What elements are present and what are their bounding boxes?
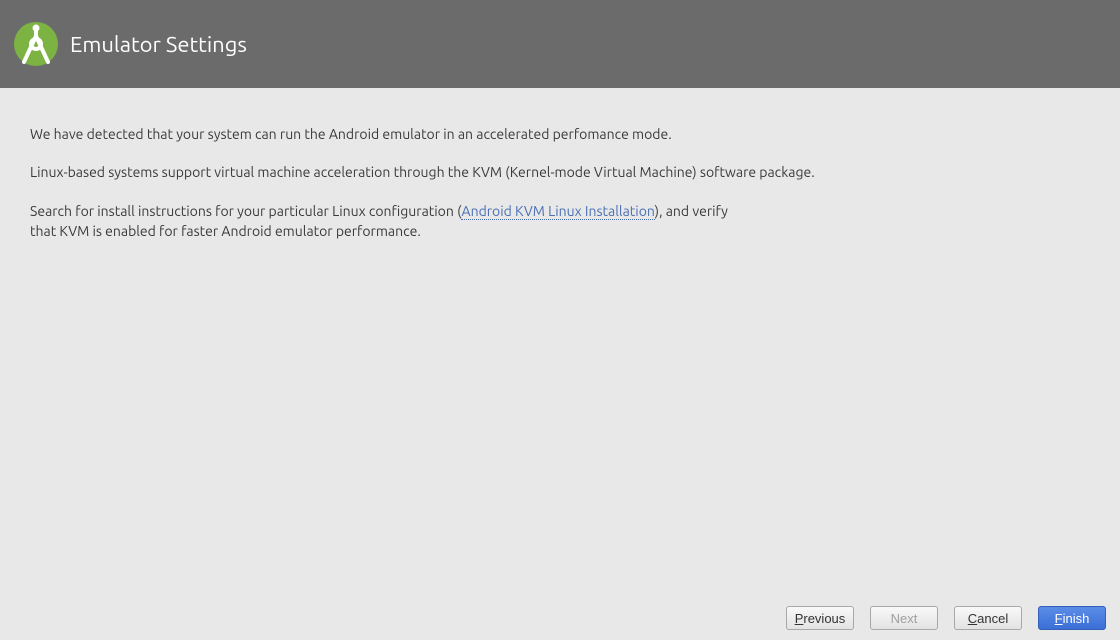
finish-button[interactable]: Finish <box>1038 606 1106 630</box>
content-area: We have detected that your system can ru… <box>0 88 1120 596</box>
previous-label: revious <box>803 611 845 626</box>
kvm-installation-link[interactable]: Android KVM Linux Installation <box>461 203 654 220</box>
header: Emulator Settings <box>0 0 1120 88</box>
previous-hotkey: P <box>795 611 804 626</box>
cancel-label: ancel <box>977 611 1008 626</box>
android-studio-logo-icon <box>12 18 60 70</box>
page-title: Emulator Settings <box>70 32 247 57</box>
previous-button[interactable]: Previous <box>786 606 854 630</box>
instruction-suffix: ), and verify <box>655 203 728 219</box>
cancel-hotkey: C <box>968 611 977 626</box>
instruction-text: Search for install instructions for your… <box>30 201 1090 221</box>
footer-buttons: Previous Next Cancel Finish <box>0 596 1120 640</box>
cancel-button[interactable]: Cancel <box>954 606 1022 630</box>
kvm-info-text: Linux-based systems support virtual mach… <box>30 162 1090 182</box>
next-button: Next <box>870 606 938 630</box>
kvm-enabled-text: that KVM is enabled for faster Android e… <box>30 221 1090 241</box>
finish-hotkey: F <box>1055 611 1063 626</box>
detection-text: We have detected that your system can ru… <box>30 124 1090 144</box>
instruction-prefix: Search for install instructions for your… <box>30 203 461 219</box>
finish-label: inish <box>1063 611 1090 626</box>
